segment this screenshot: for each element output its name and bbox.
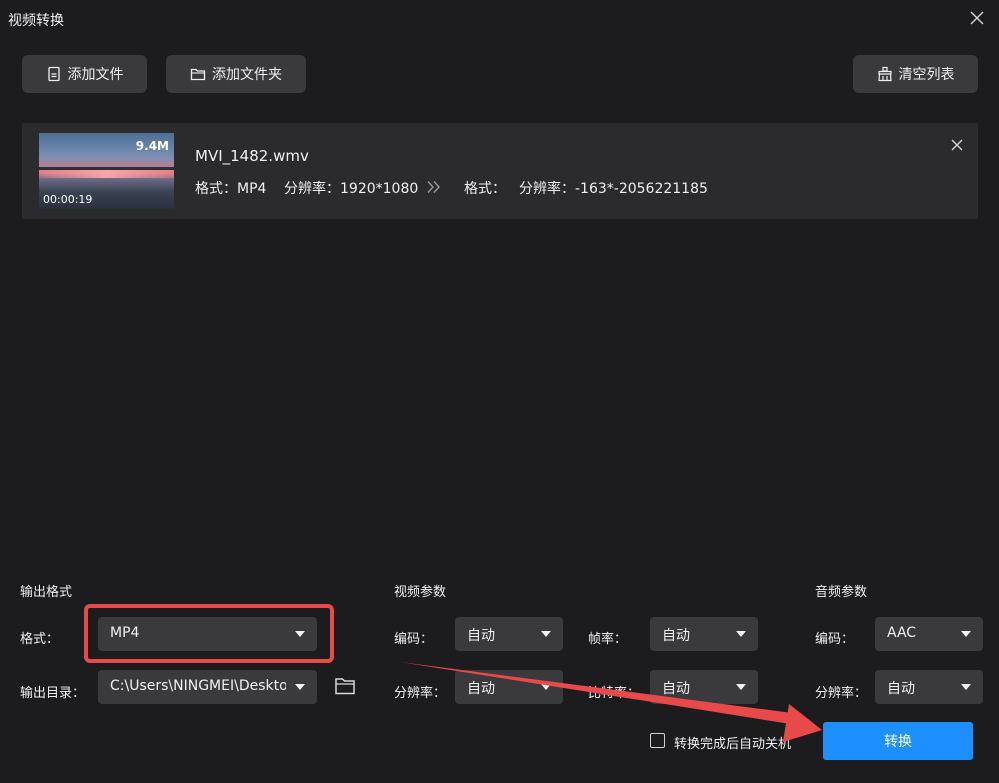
clear-list-button[interactable]: 清空列表 xyxy=(853,55,978,93)
bitrate-select[interactable]: 自动 xyxy=(650,670,758,704)
add-file-button[interactable]: 添加文件 xyxy=(22,55,147,93)
double-chevron-right-icon xyxy=(427,181,440,193)
window-title: 视频转换 xyxy=(8,13,64,29)
caret-down-icon xyxy=(736,684,746,690)
target-format: 格式： xyxy=(464,181,506,197)
source-resolution: 分辨率：1920*1080 xyxy=(284,181,419,197)
video-codec-select[interactable]: 自动 xyxy=(455,617,563,651)
annotation-arrow xyxy=(400,662,822,742)
format-label: 格式： xyxy=(20,632,60,647)
output-format-title: 输出格式 xyxy=(20,585,73,600)
audio-codec-select[interactable]: AAC xyxy=(875,617,983,651)
add-folder-label: 添加文件夹 xyxy=(212,67,282,83)
file-list-item[interactable]: 9.4M 00:00:19 MVI_1482.wmv 格式：MP4 分辨率：19… xyxy=(22,123,978,219)
video-params-title: 视频参数 xyxy=(394,585,447,600)
add-folder-button[interactable]: 添加文件夹 xyxy=(166,55,306,93)
fps-label: 帧率： xyxy=(588,632,628,647)
bitrate-label: 比特率： xyxy=(588,686,641,701)
title-bar: 视频转换 xyxy=(0,0,999,40)
video-resolution-value: 自动 xyxy=(467,681,495,697)
folder-icon xyxy=(190,68,206,81)
remove-file-icon[interactable] xyxy=(950,138,964,152)
auto-shutdown-label: 转换完成后自动关机 xyxy=(674,737,792,752)
convert-button[interactable]: 转换 xyxy=(823,722,973,760)
caret-down-icon xyxy=(736,631,746,637)
video-resolution-select[interactable]: 自动 xyxy=(455,670,563,704)
convert-button-label: 转换 xyxy=(884,734,912,750)
format-value: MP4 xyxy=(110,625,140,641)
audio-params-title: 音频参数 xyxy=(815,585,868,600)
browse-folder-icon[interactable] xyxy=(334,676,356,696)
fps-value: 自动 xyxy=(662,628,690,644)
caret-down-icon xyxy=(541,631,551,637)
output-dir-value: C:\Users\NINGMEI\Desktop xyxy=(110,678,286,694)
caret-down-icon xyxy=(961,631,971,637)
file-size: 9.4M xyxy=(135,139,169,153)
video-codec-value: 自动 xyxy=(467,628,495,644)
broom-icon xyxy=(877,66,892,82)
source-format: 格式：MP4 xyxy=(195,181,267,197)
video-resolution-label: 分辨率： xyxy=(394,686,447,701)
video-codec-label: 编码： xyxy=(394,632,434,647)
caret-down-icon xyxy=(541,684,551,690)
audio-codec-value: AAC xyxy=(887,625,917,641)
format-select[interactable]: MP4 xyxy=(98,617,317,651)
caret-down-icon xyxy=(295,684,305,690)
add-file-label: 添加文件 xyxy=(67,67,124,83)
audio-resolution-select[interactable]: 自动 xyxy=(875,670,983,704)
target-resolution: 分辨率：-163*-2056221185 xyxy=(519,181,708,197)
video-duration: 00:00:19 xyxy=(43,193,93,206)
audio-codec-label: 编码： xyxy=(815,632,855,647)
close-icon[interactable] xyxy=(969,10,985,26)
video-thumbnail: 9.4M 00:00:19 xyxy=(39,133,174,209)
file-icon xyxy=(47,66,60,82)
caret-down-icon xyxy=(295,631,305,637)
audio-resolution-value: 自动 xyxy=(887,681,915,697)
bitrate-value: 自动 xyxy=(662,681,690,697)
output-dir-select[interactable]: C:\Users\NINGMEI\Desktop xyxy=(98,670,317,704)
file-name: MVI_1482.wmv xyxy=(195,147,309,165)
clear-list-label: 清空列表 xyxy=(898,67,955,83)
audio-resolution-label: 分辨率： xyxy=(815,686,868,701)
caret-down-icon xyxy=(961,684,971,690)
output-dir-label: 输出目录： xyxy=(20,686,86,701)
auto-shutdown-checkbox[interactable] xyxy=(650,733,665,748)
fps-select[interactable]: 自动 xyxy=(650,617,758,651)
